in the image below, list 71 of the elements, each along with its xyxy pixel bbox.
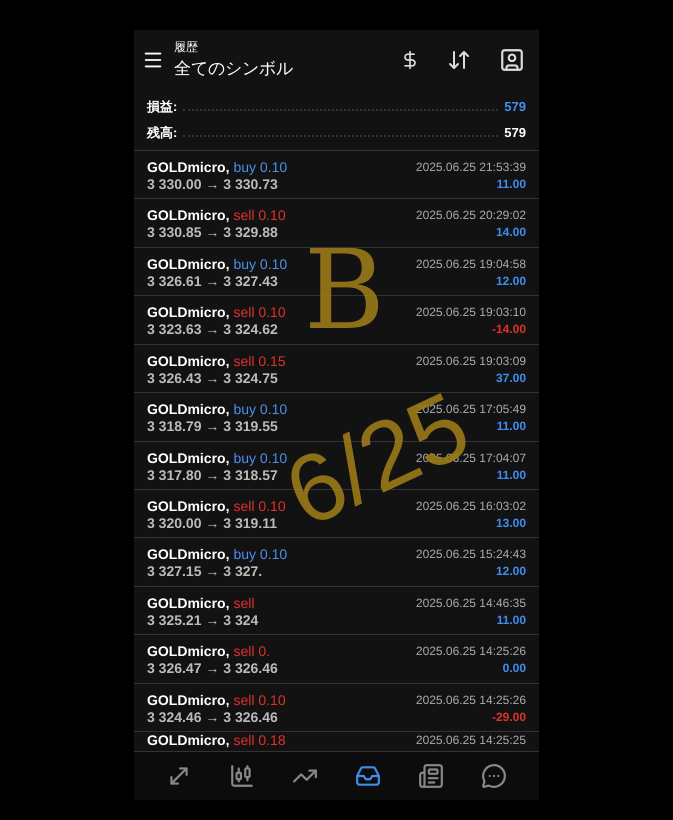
- deal-time: 2025.06.25 19:04:58: [416, 256, 526, 273]
- symbol-name: GOLDmicro,: [147, 732, 230, 750]
- order-type: sell 0.10: [233, 207, 286, 224]
- deal-profit: 11.00: [496, 612, 526, 629]
- symbol-name: GOLDmicro,: [147, 450, 230, 467]
- symbol-name: GOLDmicro,: [147, 304, 230, 322]
- deal-time: 2025.06.25 14:46:35: [416, 594, 526, 612]
- deal-profit: 14.00: [496, 224, 526, 242]
- candlestick-icon[interactable]: [229, 763, 256, 789]
- price-range: 3 325.21 → 3 324: [147, 612, 258, 629]
- price-range: 3 326.61 → 3 327.43: [147, 272, 279, 290]
- handwritten-letter: B: [304, 235, 385, 345]
- symbol-name: GOLDmicro,: [147, 546, 230, 564]
- price-range: 3 330.85 → 3 329.88: [147, 224, 279, 242]
- order-type: sell: [233, 594, 254, 612]
- deal-profit: -14.00: [492, 321, 526, 338]
- deal-profit: 12.00: [496, 563, 526, 580]
- price-range: 3 320.00 → 3 319.11: [147, 514, 278, 532]
- summary-label: 残高:: [147, 124, 178, 142]
- deal-profit: 12.00: [496, 272, 526, 290]
- screen-subtitle: 履歴: [174, 39, 199, 56]
- symbol-name: GOLDmicro,: [147, 643, 230, 660]
- deal-time: 2025.06.25 15:24:43: [416, 546, 526, 564]
- price-range: 3 323.63 → 3 324.62: [147, 321, 279, 338]
- order-type: sell 0.15: [233, 352, 286, 370]
- price-range: 3 326.47 → 3 326.46: [147, 660, 278, 678]
- price-range: 3 327.15 → 3 327.: [147, 563, 264, 580]
- deal-profit: 11.00: [496, 418, 526, 436]
- order-type: sell 0.10: [233, 498, 286, 515]
- deal-time: 2025.06.25 19:03:09: [416, 352, 526, 370]
- price-range: 3 324.46 → 3 326.46: [147, 708, 279, 726]
- price-range: 3 318.79 → 3 319.55: [147, 418, 279, 436]
- order-type: sell 0.10: [233, 692, 286, 709]
- symbol-name: GOLDmicro,: [147, 256, 230, 273]
- deal-time: 2025.06.25 14:25:26: [416, 692, 526, 709]
- deal-profit: -29.00: [492, 708, 526, 726]
- order-type: sell 0.: [233, 643, 270, 660]
- symbol-name: GOLDmicro,: [147, 401, 230, 418]
- order-type: buy 0.10: [233, 450, 288, 467]
- deal-time: 2025.06.25 14:25:26: [416, 643, 526, 660]
- deal-time: 2025.06.25 19:03:10: [416, 304, 526, 322]
- sort-icon[interactable]: [447, 48, 471, 72]
- order-type: buy 0.10: [233, 401, 288, 418]
- screen-title: 全てのシンボル: [174, 58, 294, 80]
- price-range: 3 317.80 → 3 318.57: [147, 466, 279, 484]
- summary-value: 579: [504, 98, 526, 116]
- deal-profit: 13.00: [496, 514, 526, 532]
- symbol-name: GOLDmicro,: [147, 594, 230, 612]
- deal-profit: 11.00: [496, 466, 526, 484]
- price-range: 3 326.43 → 3 324.75: [147, 370, 279, 387]
- summary-value: 579: [504, 124, 526, 142]
- symbol-name: GOLDmicro,: [147, 159, 230, 176]
- symbol-name: GOLDmicro,: [147, 207, 230, 224]
- summary-label: 損益:: [147, 98, 178, 116]
- deal-profit: 11.00: [496, 176, 526, 193]
- symbol-name: GOLDmicro,: [147, 498, 230, 515]
- order-type: buy 0.10: [233, 546, 288, 564]
- deal-time: 2025.06.25 14:25:25: [416, 732, 526, 750]
- deal-profit: 0.00: [502, 660, 526, 678]
- deal-time: 2025.06.25 20:29:02: [416, 207, 526, 224]
- order-type: buy 0.10: [233, 256, 288, 273]
- order-type: sell 0.18: [233, 732, 286, 750]
- deal-profit: 37.00: [496, 370, 526, 387]
- order-type: sell 0.10: [233, 304, 286, 322]
- chat-bubble-icon[interactable]: [480, 763, 507, 789]
- deal-time: 2025.06.25 21:53:39: [416, 159, 526, 176]
- symbol-name: GOLDmicro,: [147, 692, 230, 709]
- order-type: buy 0.10: [233, 159, 288, 176]
- symbol-name: GOLDmicro,: [147, 352, 230, 370]
- newspaper-icon[interactable]: [418, 763, 444, 789]
- price-range: 3 330.00 → 3 330.73: [147, 176, 279, 193]
